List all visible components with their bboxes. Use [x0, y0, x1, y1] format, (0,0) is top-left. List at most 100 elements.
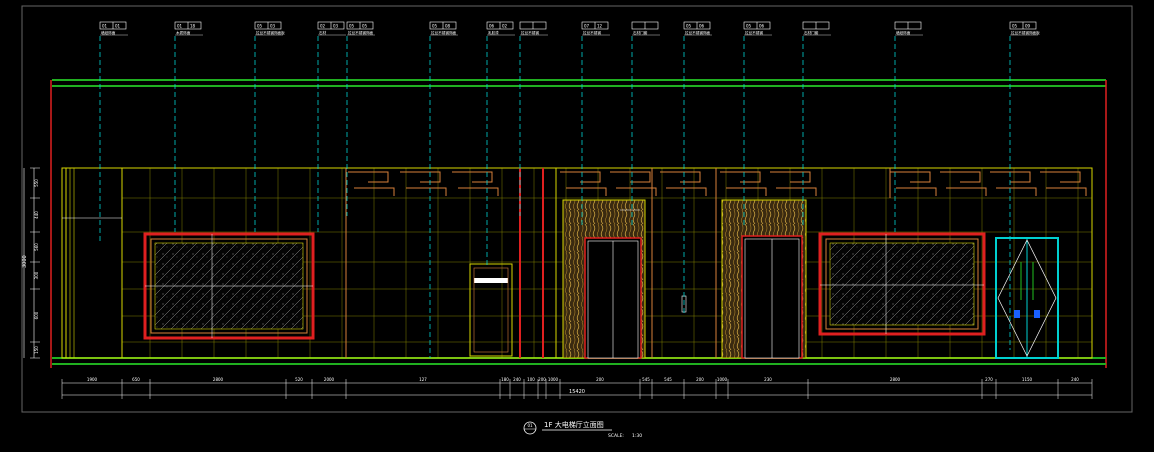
material-callout[interactable]: 石材门套	[802, 21, 831, 36]
material-callout[interactable]: 01 01墙纸饰面	[99, 21, 128, 36]
dimension-label: 200	[596, 377, 604, 382]
cad-drawing-canvas[interactable]: 01 01 墙纸饰面 01 18 木质饰面 05 03 拉丝不锈钢饰面板 02 03 石材 05 05 拉丝…	[0, 0, 1154, 448]
material-callout[interactable]: 01 18木质饰面	[174, 21, 203, 36]
callout-code: 06	[489, 24, 495, 29]
callout-text: 拉丝不锈钢饰面	[348, 30, 374, 35]
dimension-label: 520	[295, 377, 303, 382]
callout-text: 墙纸饰面	[101, 30, 116, 35]
callout-text: 拉丝不锈钢饰面板	[1011, 30, 1040, 35]
dimension-label: 300	[34, 271, 39, 279]
callout-sub: 12	[597, 24, 603, 29]
callout-sub: 03	[270, 24, 276, 29]
material-callout[interactable]: 05 05拉丝不锈钢饰面	[346, 21, 375, 36]
callout-code: 05	[746, 24, 752, 29]
dimension-label: 550	[34, 179, 39, 187]
dimension-label: 240	[513, 377, 521, 382]
callout-code: 01	[102, 24, 108, 29]
dimension-label: 180	[501, 377, 509, 382]
dimension-label: 650	[132, 377, 140, 382]
dimension-label: 545	[642, 377, 650, 382]
elevation-drawing: 01 01墙纸饰面01 18木质饰面05 03拉丝不锈钢饰面板02 03石材05 05拉丝…	[21, 5, 1133, 439]
material-callout[interactable]: 06 02乳胶漆	[486, 21, 515, 36]
material-callout[interactable]: 石材门套	[631, 21, 660, 36]
dimension-label: 440	[34, 211, 39, 219]
callout-code: 05	[349, 24, 355, 29]
callout-text: 拉丝不锈钢	[521, 30, 539, 35]
callout-sub: 05	[362, 24, 368, 29]
dimension-label: 270	[985, 377, 993, 382]
drawing-title: 1F 大电梯厅立面图	[544, 420, 604, 429]
overall-dimension: 15420	[569, 389, 585, 395]
dimension-label: 2800	[213, 377, 224, 382]
dimension-label: 2000	[324, 377, 335, 382]
callout-text: 墙纸饰面	[896, 30, 911, 35]
scale-label: SCALE:	[608, 433, 624, 439]
callout-code: 05	[686, 24, 692, 29]
dimension-label: 560	[34, 243, 39, 251]
material-callout[interactable]: 05 09拉丝不锈钢饰面板	[1009, 21, 1040, 36]
height-total-label: 3000	[22, 255, 28, 268]
material-callout[interactable]: 05 06拉丝不锈钢	[743, 21, 772, 36]
dimension-label: 1900	[87, 377, 98, 382]
material-callout[interactable]: 拉丝不锈钢	[519, 21, 548, 36]
dimension-label: 1150	[1022, 377, 1033, 382]
callout-sub: 18	[190, 24, 196, 29]
elevator-door-2	[721, 199, 807, 359]
dimension-label: 600	[34, 311, 39, 319]
ceiling-band	[52, 79, 1106, 87]
glass-door	[995, 237, 1059, 359]
column	[519, 168, 557, 358]
floor-band	[52, 357, 1106, 365]
callout-sub: 06	[699, 24, 705, 29]
dimension-label: 200	[696, 377, 704, 382]
callout-sub: 02	[502, 24, 508, 29]
callout-text: 拉丝不锈钢	[745, 30, 763, 35]
dimension-label: 127	[419, 377, 427, 382]
callout-sub: 09	[1025, 24, 1031, 29]
dimension-label: 100	[527, 377, 535, 382]
callout-text: 石材	[319, 30, 327, 35]
material-callout[interactable]: 05 08拉丝不锈钢饰面	[429, 21, 458, 36]
notice-panel	[469, 263, 513, 357]
callout-sub: 06	[759, 24, 765, 29]
material-callout[interactable]: 墙纸饰面	[894, 21, 923, 36]
dimension-label: 200	[538, 377, 546, 382]
title-block: 01 1F 大电梯厅立面图 SCALE: 1:30	[523, 420, 642, 439]
callout-tags: 01 01墙纸饰面01 18木质饰面05 03拉丝不锈钢饰面板02 03石材05 05拉丝…	[99, 21, 1040, 36]
callout-sub: 08	[445, 24, 451, 29]
callout-code: 05	[257, 24, 263, 29]
callout-text: 拉丝不锈钢饰面	[431, 30, 457, 35]
dimension-label: 545	[664, 377, 672, 382]
dimension-label: 150	[34, 346, 39, 354]
sheet-number: 01	[527, 423, 533, 428]
callout-text: 石材门套	[804, 30, 819, 35]
callout-code: 05	[1012, 24, 1018, 29]
elevator-door-1	[562, 199, 646, 359]
material-callout[interactable]: 07 12拉丝不锈钢	[581, 21, 610, 36]
callout-text: 拉丝不锈钢	[583, 30, 601, 35]
callout-code: 02	[320, 24, 326, 29]
dimension-label: 2800	[890, 377, 901, 382]
callout-text: 石材门套	[633, 30, 648, 35]
dimension-label: 230	[764, 377, 772, 382]
left-artwork-panel	[143, 232, 315, 340]
bottom-dimension-chain: 15420 1900 650 2800 520 2000 127 180 240 100 200 1…	[61, 377, 1093, 399]
dimension-label: 240	[1071, 377, 1079, 382]
left-dimension-chain: 3000 550 440 560 300 600 150	[22, 167, 40, 359]
material-callout[interactable]: 05 06拉丝不锈钢饰面	[683, 21, 712, 36]
dimension-label: 1000	[717, 377, 728, 382]
callout-text: 拉丝不锈钢饰面	[685, 30, 711, 35]
scale-value: 1:30	[632, 433, 642, 439]
callout-sub: 03	[333, 24, 339, 29]
material-callout[interactable]: 02 03 石材	[317, 21, 346, 36]
left-strip	[62, 168, 123, 358]
callout-text: 拉丝不锈钢饰面板	[256, 30, 285, 35]
dimension-label: 1000	[548, 377, 559, 382]
callout-sub: 01	[115, 24, 121, 29]
callout-code: 01	[177, 24, 183, 29]
callout-code: 07	[584, 24, 590, 29]
material-callout[interactable]: 05 03拉丝不锈钢饰面板	[254, 21, 285, 36]
callout-code: 05	[432, 24, 438, 29]
callout-text: 木质饰面	[176, 30, 191, 35]
right-artwork-panel	[818, 232, 986, 336]
